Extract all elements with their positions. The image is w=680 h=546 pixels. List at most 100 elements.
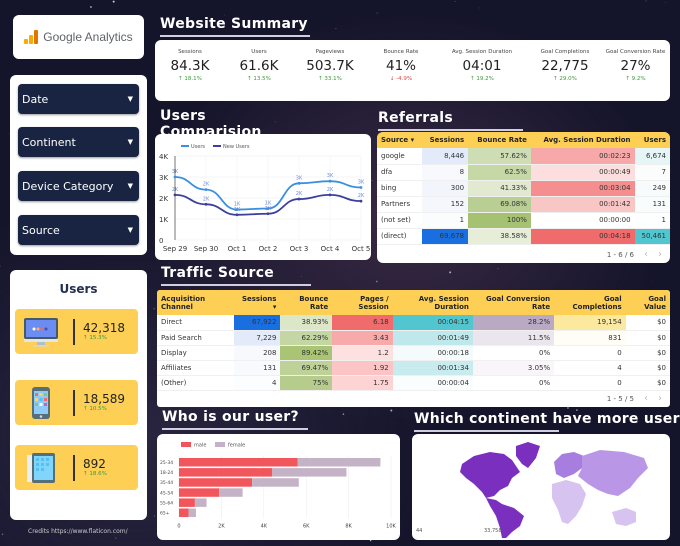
table-cell: 6.18 bbox=[332, 315, 393, 331]
data-label: 1K bbox=[234, 207, 241, 213]
table-cell: Paid Search bbox=[157, 330, 234, 346]
kpi-value: 27% bbox=[620, 58, 651, 74]
data-point[interactable] bbox=[328, 193, 332, 197]
column-header[interactable]: Goal Completions bbox=[554, 290, 626, 315]
kpi-change: ↓ -4.9% bbox=[389, 76, 413, 82]
table-row[interactable]: Partners 152 69.08% 00:01:42 131 bbox=[377, 196, 670, 213]
column-header[interactable]: Users bbox=[634, 132, 670, 148]
table-cell: 0% bbox=[472, 375, 555, 391]
data-point[interactable] bbox=[173, 175, 177, 179]
table-row[interactable]: Paid Search 7,229 62.29% 3.43 00:01:49 11.5% 8… bbox=[157, 330, 670, 346]
legend-swatch bbox=[215, 442, 225, 447]
table-row[interactable]: (Other) 4 75% 1.75 00:00:04 0% 0 $0 bbox=[157, 375, 670, 391]
table-row[interactable]: Direct 67,922 38.93% 6.18 00:04:15 28.2% 19,15… bbox=[157, 315, 670, 331]
table-row[interactable]: dfa 8 62.5% 00:00:49 7 bbox=[377, 164, 670, 181]
kpi-change: ↑ 29.0% bbox=[553, 76, 577, 82]
prev-page-icon[interactable]: ‹ bbox=[644, 393, 648, 404]
who-is-our-user-title: Who is our user? bbox=[162, 409, 308, 430]
prev-page-icon[interactable]: ‹ bbox=[644, 249, 648, 260]
table-cell: 100% bbox=[468, 212, 531, 229]
star bbox=[168, 263, 169, 264]
table-cell: 62.29% bbox=[280, 330, 333, 346]
column-header[interactable]: Sessions bbox=[421, 132, 469, 148]
table-cell: 1.75 bbox=[332, 375, 393, 391]
y-tick-label: 65+ bbox=[160, 511, 170, 517]
mobile-users-change: ↑ 10.5% bbox=[83, 406, 107, 412]
source-filter-dropdown[interactable]: Source ▼ bbox=[18, 215, 139, 245]
table-row[interactable]: Display 208 89.42% 1.2 00:00:18 0% 0 $0 bbox=[157, 345, 670, 361]
bar-male-45-54[interactable] bbox=[179, 488, 220, 497]
table-header-row: Source ▾ Sessions Bounce Rate Avg. Session … bbox=[377, 132, 670, 148]
map-region-greenland[interactable] bbox=[516, 442, 540, 468]
bar-female-35-44[interactable] bbox=[252, 478, 299, 487]
table-row[interactable]: Affiliates 131 69.47% 1.92 00:01:34 3.05% 4 $0 bbox=[157, 360, 670, 376]
bar-female-65+[interactable] bbox=[188, 508, 196, 518]
bar-male-65+[interactable] bbox=[179, 508, 189, 518]
data-point[interactable] bbox=[173, 193, 177, 197]
divider bbox=[73, 318, 75, 345]
data-point[interactable] bbox=[266, 212, 270, 216]
bar-male-18-24[interactable] bbox=[179, 468, 273, 477]
table-cell: Direct bbox=[157, 315, 234, 331]
table-row[interactable]: google 8,446 57.62% 00:02:23 6,674 bbox=[377, 148, 670, 165]
column-header[interactable]: Source ▾ bbox=[377, 132, 422, 148]
column-header[interactable]: Avg. Session Duration bbox=[392, 290, 473, 315]
table-cell: 8,446 bbox=[421, 148, 469, 165]
bar-female-55-64[interactable] bbox=[194, 498, 207, 507]
map-region-asia[interactable] bbox=[578, 450, 648, 496]
table-cell: 0 bbox=[554, 345, 626, 361]
next-page-icon[interactable]: › bbox=[658, 393, 662, 404]
users-panel-title: Users bbox=[59, 282, 98, 296]
column-header[interactable]: Pages / Session bbox=[332, 290, 393, 315]
table-cell: 57.62% bbox=[468, 148, 531, 165]
map-region-north-america[interactable] bbox=[460, 452, 520, 498]
column-header[interactable]: Avg. Session Duration bbox=[530, 132, 635, 148]
star bbox=[375, 280, 378, 283]
bar-male-35-44[interactable] bbox=[179, 478, 253, 487]
column-header[interactable]: Goal Value bbox=[625, 290, 670, 315]
table-row[interactable]: (direct) 69,678 38.58% 00:04:18 50,461 bbox=[377, 228, 670, 245]
column-header[interactable]: Bounce Rate bbox=[468, 132, 531, 148]
kpi-label: Avg. Session Duration bbox=[451, 49, 513, 55]
star bbox=[376, 12, 378, 14]
table-row[interactable]: bing 300 41.33% 00:03:04 249 bbox=[377, 180, 670, 197]
column-header[interactable]: Goal Conversion Rate bbox=[472, 290, 555, 315]
table-cell: (Other) bbox=[157, 375, 234, 391]
data-point[interactable] bbox=[359, 186, 363, 189]
data-point[interactable] bbox=[204, 202, 208, 206]
kpi-value: 61.6K bbox=[239, 58, 279, 74]
data-point[interactable] bbox=[297, 197, 301, 201]
star bbox=[90, 6, 92, 8]
column-header[interactable]: Acquisition Channel bbox=[157, 290, 234, 315]
table-row[interactable]: (not set) 1 100% 00:00:00 1 bbox=[377, 212, 670, 229]
data-point[interactable] bbox=[328, 179, 332, 183]
map-region-oceania[interactable] bbox=[612, 508, 636, 526]
table-cell: $0 bbox=[625, 345, 670, 361]
data-point[interactable] bbox=[297, 181, 301, 185]
date-filter-dropdown[interactable]: Date ▼ bbox=[18, 84, 139, 114]
table-cell: 3.43 bbox=[332, 330, 393, 346]
device-category-filter-dropdown[interactable]: Device Category ▼ bbox=[18, 171, 139, 201]
map-region-africa[interactable] bbox=[552, 480, 586, 524]
table-cell: 38.93% bbox=[280, 315, 333, 331]
star bbox=[390, 409, 393, 412]
data-label: 2K bbox=[203, 196, 210, 202]
data-point[interactable] bbox=[359, 199, 363, 203]
mobile-users-card: 18,589 ↑ 10.5% bbox=[15, 380, 138, 425]
bar-male-25-34[interactable] bbox=[179, 458, 298, 467]
y-tick-label: 1K bbox=[159, 216, 168, 224]
continent-filter-dropdown[interactable]: Continent ▼ bbox=[18, 127, 139, 157]
bar-female-45-54[interactable] bbox=[219, 488, 243, 497]
bar-female-18-24[interactable] bbox=[272, 468, 347, 477]
column-header[interactable]: Bounce Rate bbox=[280, 290, 333, 315]
bar-female-25-34[interactable] bbox=[297, 458, 381, 467]
analytics-bars-icon bbox=[24, 30, 39, 44]
table-cell: $0 bbox=[625, 375, 670, 391]
column-header[interactable]: Sessions ▾ bbox=[233, 290, 281, 315]
table-cell: Partners bbox=[377, 196, 422, 213]
next-page-icon[interactable]: › bbox=[658, 249, 662, 260]
data-point[interactable] bbox=[235, 213, 239, 217]
bar-male-55-64[interactable] bbox=[179, 498, 195, 507]
data-point[interactable] bbox=[204, 188, 208, 191]
legend-label: Users bbox=[191, 144, 205, 150]
